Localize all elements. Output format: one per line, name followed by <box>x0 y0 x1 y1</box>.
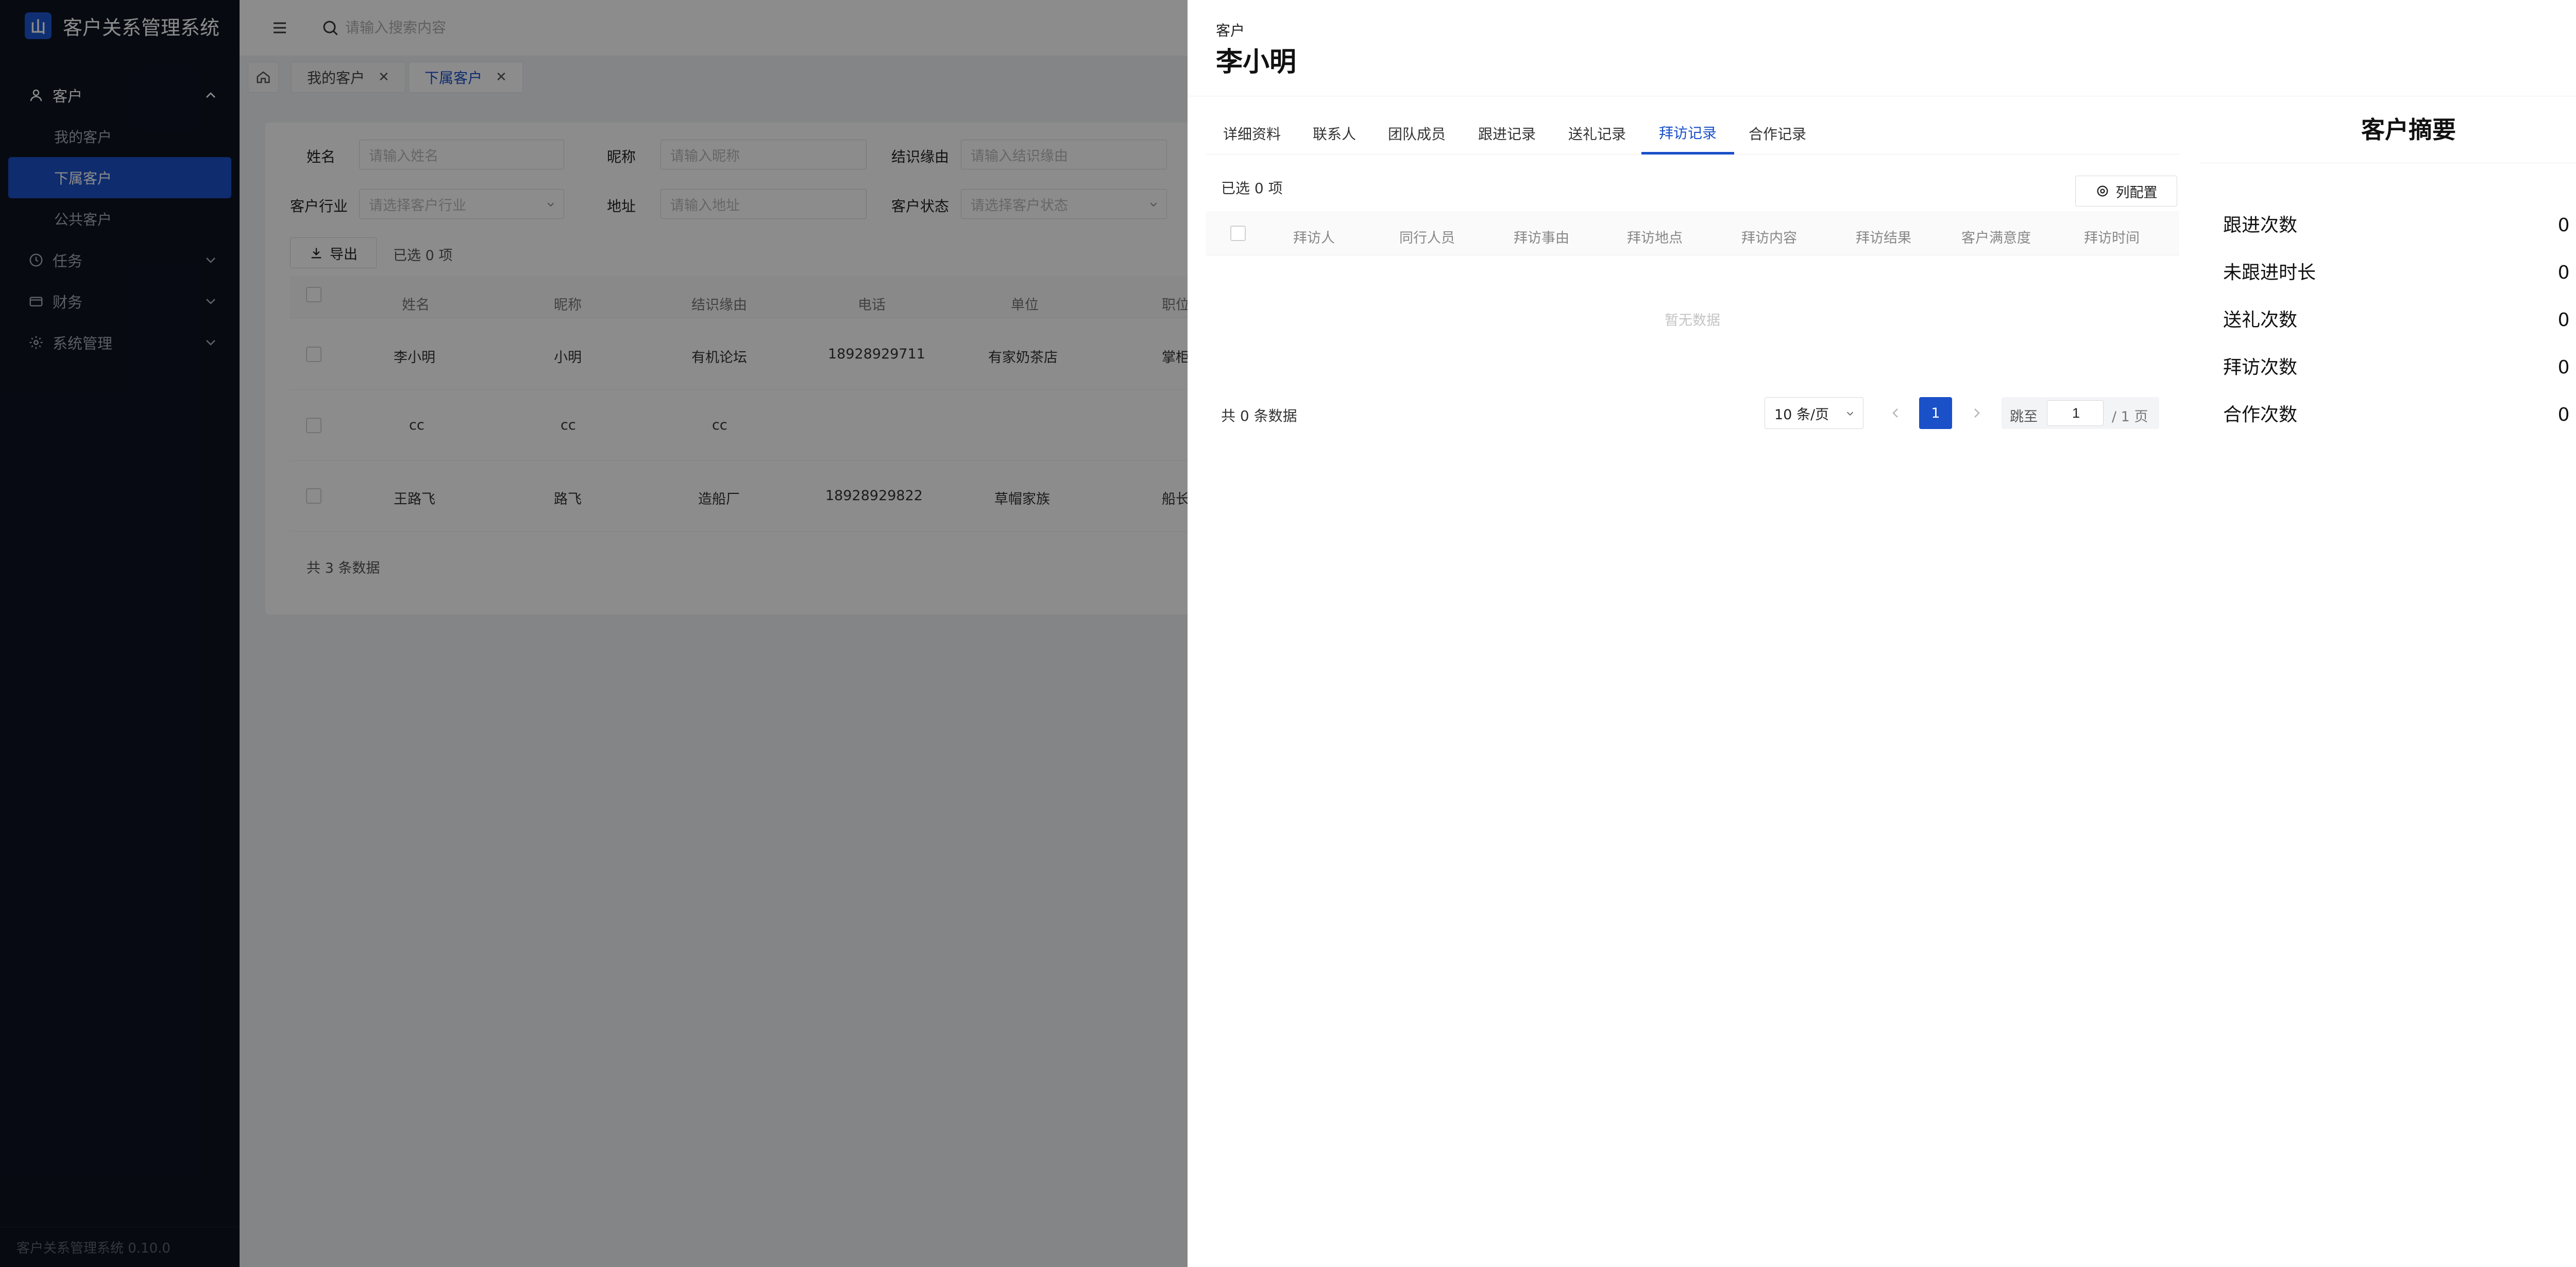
summary-value: 0 次 <box>2557 404 2576 425</box>
total-count: 共 0 条数据 <box>1221 407 1297 424</box>
drawer-tabs: 详细资料 联系人 团队成员 跟进记录 送礼记录 拜访记录 合作记录 <box>1206 112 2179 155</box>
page-number-current[interactable]: 1 <box>1919 397 1952 429</box>
column-header: 拜访人 <box>1293 230 1335 246</box>
tab-gifts[interactable]: 送礼记录 <box>1551 112 1643 155</box>
select-all-checkbox[interactable] <box>1230 226 1246 241</box>
tab-contacts[interactable]: 联系人 <box>1295 112 1374 155</box>
column-header: 拜访地点 <box>1627 230 1683 246</box>
summary-label: 未跟进时长 <box>2223 262 2316 283</box>
summary-row-follow-count: 跟进次数 0 次 <box>2223 210 2576 241</box>
summary-title: 客户摘要 <box>2361 116 2456 144</box>
total-pages: / 1 页 <box>2112 409 2148 425</box>
page-jumper: 跳至 / 1 页 <box>2002 397 2159 429</box>
empty-state: 暂无数据 <box>1665 313 1720 329</box>
jump-label: 跳至 <box>2010 409 2038 425</box>
visit-table-header: 拜访人 同行人员 拜访事由 拜访地点 拜访内容 拜访结果 客户满意度 拜访时间 <box>1206 211 2179 255</box>
page-size-value: 10 条/页 <box>1774 406 1829 423</box>
jump-page-input[interactable] <box>2047 400 2104 426</box>
tab-team-members[interactable]: 团队成员 <box>1370 112 1463 155</box>
summary-row-visit-count: 拜访次数 0 次 <box>2223 352 2576 383</box>
summary-label: 合作次数 <box>2223 404 2298 425</box>
page-size-select[interactable]: 10 条/页 <box>1765 397 1863 429</box>
tab-follow-ups[interactable]: 跟进记录 <box>1461 112 1553 155</box>
drawer-customer-name: 李小明 <box>1216 47 1297 78</box>
summary-label: 跟进次数 <box>2223 215 2298 236</box>
summary-row-gift-count: 送礼次数 0 次 <box>2223 305 2576 336</box>
summary-value: 0 次 <box>2557 310 2576 331</box>
tab-visits[interactable]: 拜访记录 <box>1641 112 1735 155</box>
column-config-button[interactable]: 列配置 <box>2075 176 2177 207</box>
chevron-right-icon[interactable] <box>1969 405 1985 421</box>
summary-label: 送礼次数 <box>2223 310 2298 331</box>
customer-detail-drawer: 客户 李小明 详细资料 联系人 团队成员 跟进记录 送礼记录 拜访记录 合作记录… <box>1188 0 2576 1267</box>
column-header: 拜访时间 <box>2084 230 2140 246</box>
column-header: 客户满意度 <box>1961 230 2031 246</box>
column-header: 拜访内容 <box>1741 230 1797 246</box>
summary-label: 拜访次数 <box>2223 357 2298 378</box>
column-header: 拜访结果 <box>1856 230 1911 246</box>
column-config-label: 列配置 <box>2115 184 2158 201</box>
drawer-entity-type: 客户 <box>1216 22 1245 39</box>
summary-value: 0 天 <box>2557 262 2576 283</box>
gear-icon <box>2097 185 2108 197</box>
chevron-down-icon <box>1846 412 1854 416</box>
column-header: 拜访事由 <box>1514 230 1569 246</box>
tab-details[interactable]: 详细资料 <box>1206 112 1298 155</box>
tab-cooperations[interactable]: 合作记录 <box>1731 112 1824 155</box>
summary-row-unfollowed-duration: 未跟进时长 0 天 <box>2223 258 2576 288</box>
chevron-left-icon[interactable] <box>1887 405 1904 421</box>
summary-value: 0 次 <box>2557 357 2576 378</box>
selected-count: 已选 0 项 <box>1221 180 1283 197</box>
column-header: 同行人员 <box>1399 230 1455 246</box>
summary-row-cooperation-count: 合作次数 0 次 <box>2223 400 2576 431</box>
summary-value: 0 次 <box>2557 215 2576 236</box>
